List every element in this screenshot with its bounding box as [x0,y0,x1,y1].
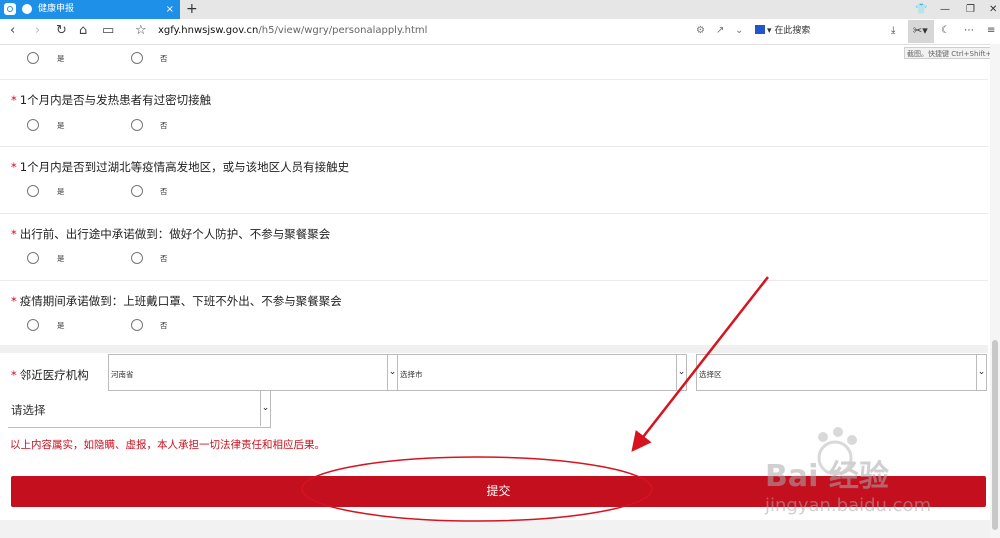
question-title: * 1个月内是否到过湖北等疫情高发地区，或与该地区人员有接触史 [11,160,350,174]
tab-title: 健康申报 [38,4,75,14]
url-domain: xgfy.hnwsjsw.gov.cn [158,25,259,36]
skin-icon[interactable]: 👕 [915,0,927,19]
url-field[interactable]: xgfy.hnwsjsw.gov.cn/h5/view/wgry/persona… [158,24,427,38]
question-title: * 疫情期间承诺做到：上班戴口罩、下班不外出、不参与聚餐聚会 [11,294,342,308]
close-window-icon[interactable]: ✕ [989,0,997,19]
option-no-label: 否 [160,321,168,330]
province-value: 河南省 [111,370,134,379]
search-box[interactable]: ▾ 在此搜索 [755,24,810,38]
institution-label: * 邻近医疗机构 [11,368,89,382]
radio-yes[interactable] [27,319,39,331]
chevron-down-icon: ⌄ [976,355,986,390]
section-divider [0,345,988,353]
option-yes-label: 是 [57,121,65,130]
chevron-down-icon: ⌄ [387,355,397,390]
facility-select[interactable]: 请选择 ⌄ [8,391,271,428]
radio-yes[interactable] [27,52,39,64]
option-yes-label: 是 [57,187,65,196]
option-no-label: 否 [160,121,168,130]
radio-yes[interactable] [27,252,39,264]
radio-no[interactable] [131,52,143,64]
question-title: * 1个月内是否与发热患者有过密切接触 [11,93,212,107]
option-no-label: 否 [160,54,168,63]
radio-no[interactable] [131,319,143,331]
required-mark: * [11,160,17,174]
chevron-down-icon: ⌄ [676,355,686,390]
required-mark: * [11,294,17,308]
required-mark: * [11,93,17,107]
required-mark: * [11,227,17,241]
url-path: /h5/view/wgry/personalapply.html [258,25,428,36]
address-bar: ‹ › ↻ ⌂ ▭ ☆ xgfy.hnwsjsw.gov.cn/h5/view/… [0,19,1000,45]
night-mode-icon[interactable]: ☾ [941,24,950,38]
radio-no[interactable] [131,119,143,131]
chevron-down-icon: ⌄ [260,391,270,426]
legal-notice: 以上内容属实，如隐瞒、虚报，本人承担一切法律责任和相应后果。 [10,439,325,451]
download-icon[interactable]: ⤓ [891,24,895,38]
radio-no[interactable] [131,185,143,197]
home-icon[interactable]: ⌂ [79,22,87,40]
option-no-label: 否 [160,254,168,263]
search-engine-icon [755,25,765,34]
tab-active[interactable]: 健康申报 × [0,0,180,19]
favorite-star-icon[interactable]: ☆ [135,22,147,40]
question-title: * 出行前、出行途中承诺做到：做好个人防护、不参与聚餐聚会 [11,227,331,241]
search-placeholder: 在此搜索 [774,26,811,36]
more-icon[interactable]: ⋯ [964,24,974,38]
page-footer [0,520,1000,538]
submit-button[interactable]: 提交 [11,476,986,507]
province-select[interactable]: 河南省 ⌄ [108,354,398,391]
refresh-icon[interactable]: ↻ [56,22,67,40]
city-value: 选择市 [400,370,423,379]
facility-value: 请选择 [11,403,46,417]
restore-icon[interactable]: ❐ [966,0,975,19]
option-no-label: 否 [160,187,168,196]
option-yes-label: 是 [57,254,65,263]
minimize-icon[interactable]: — [940,0,950,19]
radio-yes[interactable] [27,185,39,197]
new-tab-button[interactable]: + [186,0,198,19]
form-page: 是 否 * 1个月内是否与发热患者有过密切接触 是 否 * 1个月内是否到过湖北等疫… [0,45,1000,538]
back-icon[interactable]: ‹ [10,22,15,40]
reader-icon[interactable]: ▭ [102,22,114,40]
radio-yes[interactable] [27,119,39,131]
scrollbar-thumb[interactable] [992,340,998,530]
divider [0,280,988,281]
page-favicon-icon [22,4,32,14]
divider [0,213,988,214]
divider [0,79,988,80]
city-select[interactable]: 选择市 ⌄ [397,354,687,391]
browser-logo-icon [4,3,16,15]
option-yes-label: 是 [57,54,65,63]
option-yes-label: 是 [57,321,65,330]
tab-bar: 健康申报 × + 👕 — ❐ ✕ [0,0,1000,19]
district-select[interactable]: 选择区 ⌄ [696,354,987,391]
translate-icon[interactable]: ⚙ [696,24,705,38]
divider [0,146,988,147]
forward-icon[interactable]: › [35,22,40,40]
radio-no[interactable] [131,252,143,264]
required-mark: * [11,368,17,382]
menu-icon[interactable]: ≡ [987,24,995,38]
dropdown-icon[interactable]: ⌄ [735,24,743,38]
screenshot-scissors-button[interactable]: ✂▾ [908,20,934,43]
share-icon[interactable]: ↗ [716,24,724,38]
scissors-icon: ✂▾ [913,24,928,37]
district-value: 选择区 [699,370,722,379]
tab-close-icon[interactable]: × [166,0,174,19]
